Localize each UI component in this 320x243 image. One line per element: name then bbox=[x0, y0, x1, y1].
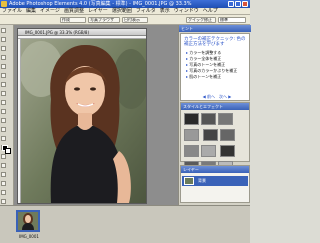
photo-browser-button[interactable]: 写真ブラウザ bbox=[88, 17, 120, 23]
quick-fix-button[interactable]: クイック修正 bbox=[186, 17, 216, 23]
maximize-icon[interactable] bbox=[235, 1, 241, 7]
style-swatch[interactable] bbox=[218, 113, 233, 125]
photo-bin: IMG_0001 bbox=[0, 205, 250, 243]
menu-enhance[interactable]: 画質調整 bbox=[62, 8, 86, 15]
create-button[interactable]: 作成 bbox=[60, 17, 86, 23]
toolbox bbox=[0, 25, 14, 240]
styles-effects-panel: スタイルとエフェクト bbox=[180, 102, 250, 173]
move-tool-icon[interactable] bbox=[1, 28, 6, 33]
menu-select[interactable]: 選択範囲 bbox=[110, 8, 134, 15]
style-swatch[interactable] bbox=[219, 129, 235, 141]
magic-wand-tool-icon[interactable] bbox=[1, 82, 6, 87]
date-view-button[interactable]: 日付表示 bbox=[122, 17, 148, 23]
menu-filter[interactable]: フィルタ bbox=[134, 8, 158, 15]
layers-panel: レイヤー 背景 bbox=[180, 165, 250, 203]
minimize-icon[interactable] bbox=[228, 1, 234, 7]
type-tool-icon[interactable] bbox=[1, 100, 6, 105]
selection-brush-tool-icon[interactable] bbox=[1, 91, 6, 96]
eraser-tool-icon[interactable] bbox=[1, 172, 6, 177]
options-bar: 作成 写真ブラウザ 日付表示 クイック修正 標準 bbox=[0, 15, 250, 25]
app-icon bbox=[1, 1, 7, 7]
style-swatch[interactable] bbox=[219, 145, 235, 157]
standard-edit-button[interactable]: 標準 bbox=[218, 17, 246, 23]
layers-panel-header[interactable]: レイヤー bbox=[181, 166, 249, 173]
styles-panel-header[interactable]: スタイルとエフェクト bbox=[181, 103, 249, 110]
menu-bar: ファイル 編集 イメージ 画質調整 レイヤー 選択範囲 フィルタ 表示 ウィンドウ ヘルプ bbox=[0, 8, 250, 15]
menu-file[interactable]: ファイル bbox=[0, 8, 24, 15]
brush-tool-icon[interactable] bbox=[1, 181, 6, 186]
layer-row-background[interactable]: 背景 bbox=[182, 176, 248, 186]
style-swatch[interactable] bbox=[201, 113, 216, 125]
cookie-cutter-tool-icon[interactable] bbox=[1, 118, 6, 123]
red-eye-tool-icon[interactable] bbox=[1, 136, 6, 141]
style-swatch[interactable] bbox=[184, 145, 199, 157]
hand-tool-icon[interactable] bbox=[1, 46, 6, 51]
tips-title: カラーの補正テクニック: 色の補正方法を学びます bbox=[184, 37, 246, 47]
lasso-tool-icon[interactable] bbox=[1, 73, 6, 78]
paint-bucket-tool-icon[interactable] bbox=[1, 190, 6, 195]
photo-bin-thumbnail[interactable] bbox=[16, 210, 40, 232]
photo-canvas[interactable] bbox=[21, 39, 146, 203]
style-swatch[interactable] bbox=[184, 113, 199, 125]
menu-window[interactable]: ウィンドウ bbox=[172, 8, 201, 15]
menu-view[interactable]: 表示 bbox=[158, 8, 172, 15]
tips-panel-header[interactable]: ヒント bbox=[179, 25, 251, 32]
pencil-tool-icon[interactable] bbox=[1, 163, 6, 168]
window-titlebar: Adobe Photoshop Elements 4.0 (写真編集 - 標準)… bbox=[0, 0, 250, 8]
tip-link-5[interactable]: 肌のトーンを補正 bbox=[184, 74, 246, 80]
document-title: IMG_0001.JPG @ 33.3% (RGB/8) bbox=[18, 29, 146, 36]
style-swatch[interactable] bbox=[202, 129, 218, 141]
menu-image[interactable]: イメージ bbox=[38, 8, 62, 15]
layer-name: 背景 bbox=[198, 178, 206, 183]
portrait-photo bbox=[21, 39, 146, 203]
eyedropper-tool-icon[interactable] bbox=[1, 55, 6, 60]
menu-edit[interactable]: 編集 bbox=[24, 8, 38, 15]
background-color-swatch[interactable] bbox=[5, 148, 11, 154]
menu-help[interactable]: ヘルプ bbox=[201, 8, 220, 15]
style-swatch[interactable] bbox=[184, 129, 199, 141]
zoom-tool-icon[interactable] bbox=[1, 37, 6, 42]
gradient-tool-icon[interactable] bbox=[1, 199, 6, 204]
crop-tool-icon[interactable] bbox=[1, 109, 6, 114]
tips-nav[interactable]: ◀ 前へ 次へ ▶ bbox=[191, 94, 243, 100]
style-swatch[interactable] bbox=[201, 145, 216, 157]
straighten-tool-icon[interactable] bbox=[1, 127, 6, 132]
document-window[interactable]: IMG_0001.JPG @ 33.3% (RGB/8) bbox=[17, 28, 147, 204]
photo-bin-label: IMG_0001 bbox=[19, 234, 39, 239]
tips-panel: カラーの補正テクニック: 色の補正方法を学びます カラーを調整する カラー全体を… bbox=[180, 33, 250, 101]
window-title: Adobe Photoshop Elements 4.0 (写真編集 - 標準)… bbox=[9, 1, 192, 7]
clone-stamp-tool-icon[interactable] bbox=[1, 154, 6, 159]
menu-layer[interactable]: レイヤー bbox=[86, 8, 110, 15]
thumbnail-image bbox=[18, 212, 38, 230]
layer-thumbnail bbox=[184, 177, 194, 185]
close-icon[interactable] bbox=[242, 1, 248, 7]
palette-bin: ヒント カラーの補正テクニック: 色の補正方法を学びます カラーを調整する カラ… bbox=[178, 25, 251, 205]
marquee-tool-icon[interactable] bbox=[1, 64, 6, 69]
